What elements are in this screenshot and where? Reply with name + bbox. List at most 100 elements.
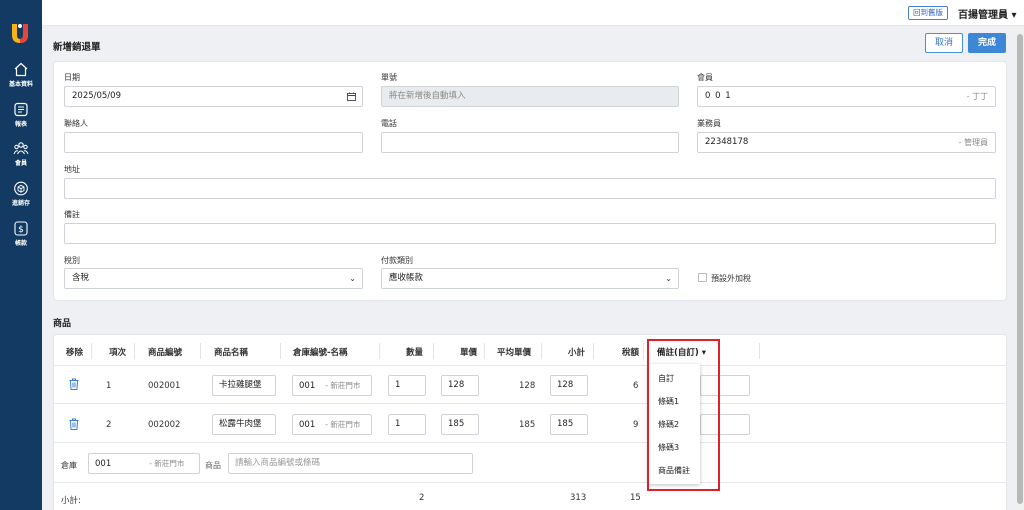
home-icon [14,62,28,77]
note-label: 備註 [64,210,80,219]
col-name: 商品名稱 [214,348,249,358]
sidebar-item-inventory[interactable]: 進銷存 [0,181,42,207]
member-value: 0 0 1 [705,91,732,101]
scroll-thumb[interactable] [1017,34,1023,504]
row-name-input[interactable]: 松露牛肉堡 [212,414,276,435]
sidebar-item-report[interactable]: 報表 [0,102,42,128]
totals-subtotal: 313 [570,493,587,503]
warehouse-code: 001 [299,420,316,430]
warehouse-code: 001 [95,459,112,469]
tax-type-value: 含稅 [72,273,90,283]
salesperson-value: 22348178 [705,137,749,147]
highlight-box [647,339,720,491]
salesperson-label: 業務員 [697,119,721,128]
row-price-input[interactable]: 128 [441,375,479,396]
col-tax: 稅額 [622,348,640,358]
row-seq: 2 [106,420,112,430]
members-icon [13,142,29,155]
address-label: 地址 [64,165,80,174]
row-seq: 1 [106,381,112,391]
tax-type-select[interactable]: 含稅 ⌄ [64,268,363,289]
sidebar-item-label: 進銷存 [11,200,30,207]
calendar-icon[interactable] [347,92,356,101]
brand-logo[interactable] [10,22,30,44]
warehouse-code: 001 [299,381,316,391]
totals-label: 小計: [61,496,81,506]
report-icon [14,102,28,117]
sidebar-item-accounts[interactable]: $ 帳款 [0,221,42,247]
warehouse-name: - 新莊門市 [149,459,185,468]
totals-qty: 2 [419,493,425,503]
col-avg-price: 平均單價 [497,348,532,358]
salesperson-name: - 管理員 [958,138,988,147]
row-qty-input[interactable]: 1 [388,414,426,435]
extra-tax-checkbox[interactable] [698,273,707,282]
page-scrollbar[interactable] [1016,26,1024,510]
sidebar-item-basic[interactable]: 基本資料 [0,62,42,88]
add-product-input[interactable]: 請輸入商品編號或條碼 [228,453,473,474]
sidebar-item-label: 會員 [14,160,27,167]
date-label: 日期 [64,73,80,82]
add-warehouse-input[interactable]: 001 - 新莊門市 [88,453,200,474]
page-title: 新增銷退單 [53,42,101,53]
chevron-down-icon: ⌄ [349,274,356,283]
row-avg-price: 128 [519,381,536,391]
sidebar: 基本資料 報表 會員 進銷存 $ 帳款 [0,0,42,510]
dollar-icon: $ [14,221,28,236]
tax-type-label: 稅別 [64,256,80,265]
sidebar-item-label: 帳款 [14,240,27,247]
row-avg-price: 185 [519,420,536,430]
box-icon [14,181,28,196]
note-field[interactable] [64,223,996,244]
address-field[interactable] [64,178,996,199]
topbar: 回到舊版 百揚管理員 ▾ [42,0,1024,26]
svg-text:$: $ [18,225,24,235]
payment-type-select[interactable]: 應收帳款 ⌄ [381,268,679,289]
row-qty-input[interactable]: 1 [388,375,426,396]
warehouse-name: - 新莊門市 [325,420,361,429]
phone-label: 電話 [381,119,397,128]
row-subtotal-input[interactable]: 128 [550,375,588,396]
trash-icon[interactable] [69,418,79,430]
order-no-label: 單號 [381,73,397,82]
col-subtotal: 小計 [568,348,586,358]
col-remove: 移除 [66,348,84,358]
date-value: 2025/05/09 [72,91,121,101]
add-product-label: 商品 [205,461,221,470]
row-code: 002002 [148,420,181,430]
row-tax: 9 [633,420,639,430]
row-price-input[interactable]: 185 [441,414,479,435]
row-subtotal-input[interactable]: 185 [550,414,588,435]
col-qty: 數量 [406,348,424,358]
col-seq: 項次 [109,348,127,358]
col-price: 單價 [460,348,478,358]
payment-type-label: 付款類別 [381,256,413,265]
cancel-button[interactable]: 取消 [925,33,963,53]
row-name-input[interactable]: 卡拉雞腿堡 [212,375,276,396]
row-warehouse-input[interactable]: 001 - 新莊門市 [292,414,372,435]
col-warehouse: 倉庫編號-名稱 [293,348,348,358]
totals-tax: 15 [630,493,641,503]
extra-tax-label: 預設外加稅 [711,274,751,283]
done-button[interactable]: 完成 [968,33,1006,53]
chevron-down-icon: ⌄ [665,274,672,283]
row-tax: 6 [633,381,639,391]
row-warehouse-input[interactable]: 001 - 新莊門市 [292,375,372,396]
member-field[interactable]: 0 0 1 - 丁丁 [697,86,996,107]
salesperson-field[interactable]: 22348178 - 管理員 [697,132,996,153]
sidebar-item-members[interactable]: 會員 [0,141,42,167]
contact-field[interactable] [64,132,363,153]
col-code: 商品編號 [148,348,183,358]
member-label: 會員 [697,73,713,82]
trash-icon[interactable] [69,378,79,390]
back-to-old-version-button[interactable]: 回到舊版 [908,6,948,20]
order-no-field: 將在新增後自動填入 [381,86,679,107]
payment-type-value: 應收帳款 [389,273,424,283]
add-warehouse-label: 倉庫 [61,461,77,470]
phone-field[interactable] [381,132,679,153]
sidebar-item-label: 基本資料 [8,81,33,88]
sidebar-item-label: 報表 [14,121,27,128]
date-field[interactable]: 2025/05/09 [64,86,363,107]
user-menu[interactable]: 百揚管理員 ▾ [958,6,1017,21]
products-section-title: 商品 [53,319,72,329]
